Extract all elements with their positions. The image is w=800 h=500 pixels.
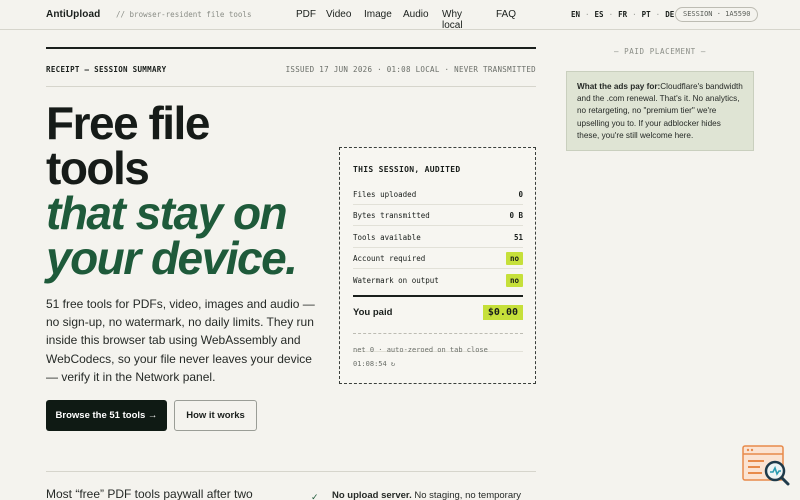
lang-separator: · — [585, 10, 590, 19]
hero-headline: Free file tools that stay on your device… — [46, 97, 298, 284]
audit-total-amount: $0.00 — [482, 304, 523, 320]
brand-logo[interactable]: AntiUpload — [46, 9, 100, 20]
lang-de[interactable]: DE — [665, 10, 674, 19]
paid-placement-label: — PAID PLACEMENT — — [613, 47, 707, 56]
hero-line-1: Free file — [46, 97, 210, 149]
lang-fr[interactable]: FR — [618, 10, 627, 19]
session-audit-card: THIS SESSION, AUDITED Files uploaded 0 B… — [339, 147, 536, 384]
audit-row-label: Files uploaded — [353, 189, 417, 199]
top-navigation-bar: AntiUpload // browser-resident file tool… — [0, 0, 800, 31]
feature-item-title: No upload server. — [332, 490, 412, 500]
audit-footer-divider — [353, 333, 523, 334]
hero-line-3: that stay on — [46, 187, 288, 239]
nav-link-audio[interactable]: Audio — [403, 9, 429, 20]
audit-row-label: Tools available — [353, 232, 421, 242]
audit-row-label: Watermark on output — [353, 276, 439, 285]
nav-link-why-local[interactable]: Why local — [442, 9, 463, 31]
audit-row-value: 0 B — [509, 210, 523, 220]
session-badge: SESSION · 1A5590 — [675, 7, 759, 22]
audit-row-account-required: Account required no — [353, 248, 523, 269]
audit-row-bytes-transmitted: Bytes transmitted 0 B — [353, 205, 523, 226]
audit-row-value-badge: no — [505, 274, 523, 287]
floating-search-widget[interactable] — [742, 445, 790, 487]
audit-footer: net 0 · auto-zeroed on tab close 01:08:5… — [353, 343, 488, 371]
receipt-title: RECEIPT — SESSION SUMMARY — [46, 65, 167, 74]
nav-link-faq[interactable]: FAQ — [496, 9, 516, 20]
nav-link-video[interactable]: Video — [326, 9, 351, 20]
lang-en[interactable]: EN — [571, 10, 580, 19]
audit-total: You paid $0.00 — [353, 303, 523, 321]
audit-total-label: You paid — [353, 306, 393, 318]
search-document-icon — [742, 445, 790, 486]
audit-row-label: Account required — [353, 253, 426, 263]
audit-footer-note: net 0 · auto-zeroed on tab close — [353, 346, 488, 354]
receipt-divider — [46, 86, 536, 87]
language-switcher: EN · ES · FR · PT · DE — [571, 10, 674, 19]
how-it-works-button[interactable]: How it works — [174, 400, 257, 431]
feature-item: No upload server. No staging, no tempora… — [332, 490, 521, 500]
browse-tools-button[interactable]: Browse the 51 tools → — [46, 400, 167, 431]
audit-row-label: Bytes transmitted — [353, 210, 430, 220]
audit-row-watermark: Watermark on output no — [353, 270, 523, 291]
audit-row-value-badge: no — [505, 251, 523, 265]
audit-row-value: 51 — [513, 232, 523, 242]
audit-total-rule — [353, 295, 523, 297]
audit-row-files-uploaded: Files uploaded 0 — [353, 184, 523, 205]
ad-placement-box: What the ads pay for:Cloudflare's bandwi… — [566, 71, 754, 151]
lang-separator: · — [608, 10, 614, 19]
receipt-issued-date: ISSUED 17 JUN 2026 · 01:08 LOCAL · NEVER… — [285, 65, 536, 74]
hero-line-2: tools — [46, 142, 150, 194]
nav-link-pdf[interactable]: PDF — [296, 9, 316, 20]
audit-footer-timestamp: 01:08:54 ↻ — [353, 360, 396, 368]
lang-es[interactable]: ES — [595, 10, 604, 19]
nav-link-image[interactable]: Image — [364, 9, 392, 20]
section-divider — [46, 471, 536, 472]
audit-title: THIS SESSION, AUDITED — [353, 165, 461, 174]
check-icon: ✓ — [311, 492, 319, 500]
hero-line-4: your device. — [46, 232, 298, 284]
hero-description: 51 free tools for PDFs, video, images an… — [46, 297, 315, 384]
receipt-top-rule — [46, 47, 536, 49]
audit-row-tools-available: Tools available 51 — [353, 227, 523, 248]
ad-heading: What the ads pay for: — [577, 82, 661, 91]
audit-row-value: 0 — [518, 189, 523, 199]
lang-separator: · — [655, 10, 661, 19]
lang-separator: · — [632, 10, 637, 19]
brand-tagline: // browser-resident file tools — [116, 10, 252, 19]
feature-item-text: No staging, no temporary — [411, 490, 522, 500]
lang-pt[interactable]: PT — [642, 10, 651, 19]
section-intro-text: Most “free” PDF tools paywall after two — [46, 487, 253, 500]
